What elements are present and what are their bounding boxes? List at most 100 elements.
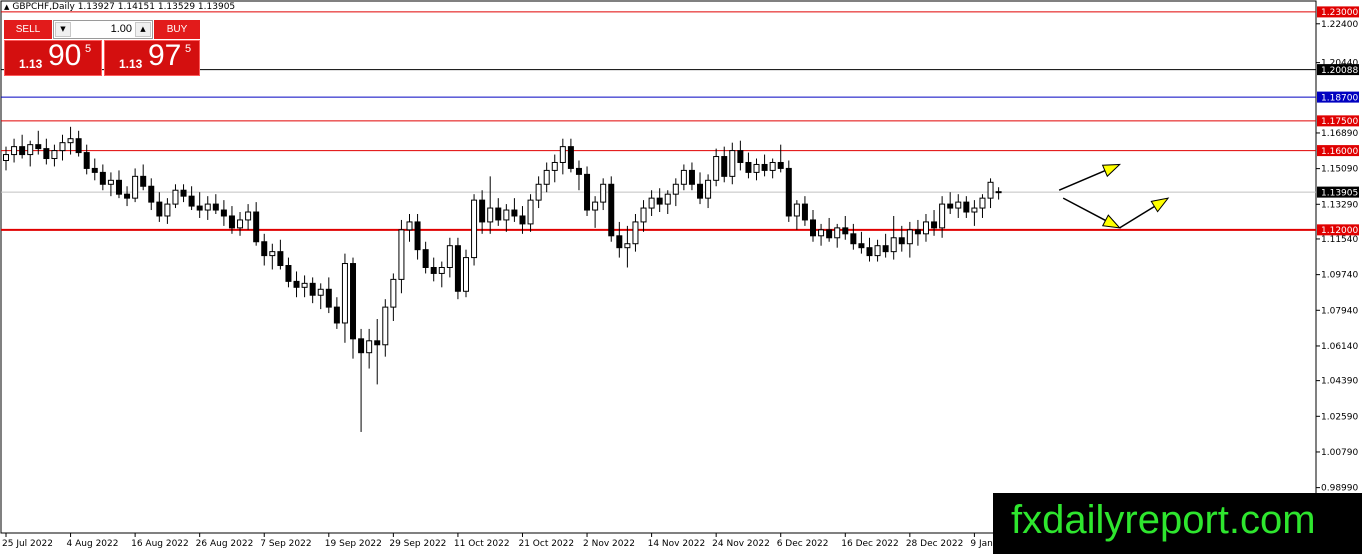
sell-button[interactable]: SELL [4, 20, 52, 39]
bullish-candle-body [59, 142, 66, 152]
buy-price-pips: 97 [148, 39, 182, 72]
buy-price-fraction: 5 [185, 43, 192, 55]
bearish-candle-body [277, 251, 284, 267]
bearish-candle-body [616, 235, 623, 249]
increase-lot-icon[interactable]: ▲ [135, 22, 151, 37]
lot-size-value[interactable]: 1.00 [74, 21, 132, 38]
bullish-candle-body [640, 207, 647, 223]
bearish-candle-body [801, 203, 808, 221]
bearish-candle-body [479, 199, 486, 223]
sell-price-pips: 90 [48, 39, 82, 72]
bearish-candle-body [931, 221, 938, 229]
bearish-candle-body [350, 263, 357, 340]
bullish-candle-body [680, 169, 687, 185]
bullish-candle-body [317, 288, 324, 296]
y-tick-label: 1.16890 [1321, 129, 1358, 139]
bearish-candle-body [898, 237, 905, 245]
bullish-candle-body [245, 211, 252, 221]
bullish-candle-body [446, 245, 453, 268]
level-price-label: 1.23000 [1321, 8, 1358, 18]
bullish-candle-body [132, 175, 139, 199]
x-tick-label: 19 Sep 2022 [325, 539, 382, 549]
bullish-candle-body [906, 229, 913, 245]
symbol-text: GBPCHF,Daily 1.13927 1.14151 1.13529 1.1… [12, 2, 236, 12]
bearish-candle-body [697, 183, 704, 199]
x-tick-label: 21 Oct 2022 [518, 539, 574, 549]
bearish-candle-body [761, 163, 768, 171]
bearish-candle-body [656, 197, 663, 205]
bearish-candle-body [228, 215, 235, 229]
bullish-candle-body [971, 207, 978, 213]
bullish-candle-body [648, 197, 655, 209]
x-tick-label: 6 Dec 2022 [777, 539, 829, 549]
bearish-candle-body [777, 161, 784, 169]
bullish-candle-body [527, 199, 534, 225]
one-click-trading-panel: SELL ▼ 1.00 ▲ BUY 1.13 90 5 1.13 97 5 [4, 20, 200, 76]
bullish-candle-body [341, 263, 348, 324]
bearish-candle-body [745, 161, 752, 173]
bullish-candle-body [592, 201, 599, 211]
buy-button[interactable]: BUY [154, 20, 200, 39]
level-price-label: 1.13905 [1321, 188, 1358, 198]
x-tick-label: 16 Dec 2022 [841, 539, 899, 549]
sell-price-quote[interactable]: 1.13 90 5 [4, 39, 102, 76]
bullish-candle-body [237, 219, 244, 229]
symbol-info: ▲ GBPCHF,Daily 1.13927 1.14151 1.13529 1.… [4, 2, 235, 12]
bearish-candle-body [575, 167, 582, 175]
bearish-candle-body [19, 146, 26, 156]
bullish-candle-body [204, 203, 211, 211]
bearish-candle-body [261, 241, 268, 257]
x-tick-label: 28 Dec 2022 [906, 539, 964, 549]
bearish-candle-body [140, 175, 147, 187]
buy-price-quote[interactable]: 1.13 97 5 [104, 39, 200, 76]
bullish-candle-body [503, 209, 510, 221]
bullish-candle-body [624, 243, 631, 249]
bearish-candle-body [325, 288, 332, 308]
bearish-candle-body [75, 138, 82, 154]
bearish-candle-body [511, 209, 518, 217]
bearish-candle-body [285, 265, 292, 282]
bearish-candle-body [567, 146, 574, 169]
bullish-candle-body [987, 181, 994, 199]
bullish-candle-body [793, 203, 800, 217]
bearish-candle-body [124, 193, 131, 199]
bullish-candle-body [955, 201, 962, 209]
candle [471, 194, 478, 266]
candle [608, 176, 615, 242]
time-axis[interactable]: 25 Jul 2022 4 Aug 2022 16 Aug 2022 26 Aug 2… [2, 533, 1001, 549]
bearish-candle-body [83, 152, 90, 169]
bearish-candle-body [785, 167, 792, 217]
bearish-candle-body [850, 233, 857, 245]
bullish-candle-body [543, 169, 550, 185]
x-tick-label: 4 Aug 2022 [67, 539, 119, 549]
triangle-up-icon[interactable]: ▲ [4, 3, 9, 11]
x-tick-label: 14 Nov 2022 [648, 539, 706, 549]
candle [785, 160, 792, 222]
x-tick-label: 11 Oct 2022 [454, 539, 510, 549]
x-tick-label: 29 Sep 2022 [389, 539, 446, 549]
bearish-candle-body [293, 280, 300, 288]
bearish-candle-body [963, 201, 970, 213]
bearish-candle-body [358, 338, 365, 354]
y-tick-label: 1.07940 [1321, 306, 1358, 316]
bearish-candle-body [454, 245, 461, 292]
bearish-candle-body [212, 203, 219, 211]
bearish-candle-body [148, 185, 155, 203]
bullish-candle-body [890, 237, 897, 253]
decrease-lot-icon[interactable]: ▼ [55, 22, 71, 37]
bullish-candle-body [172, 189, 179, 205]
bearish-candle-body [584, 173, 591, 211]
y-tick-label: 1.15090 [1321, 165, 1358, 175]
bullish-candle-body [559, 146, 566, 163]
lot-size-input[interactable]: ▼ 1.00 ▲ [53, 20, 153, 39]
price-axis[interactable]: 1.224001.204401.168901.150901.132901.115… [1316, 6, 1359, 494]
bullish-candle-body [462, 257, 469, 292]
bullish-candle-body [535, 183, 542, 201]
y-tick-label: 1.13290 [1321, 200, 1358, 210]
bearish-candle-body [882, 245, 889, 253]
bearish-candle-body [43, 148, 50, 160]
level-price-label: 1.16000 [1321, 147, 1358, 157]
bearish-candle-body [858, 243, 865, 249]
bullish-candle-body [390, 278, 397, 308]
price-chart[interactable]: 1.224001.204401.168901.150901.132901.115… [0, 0, 1362, 554]
